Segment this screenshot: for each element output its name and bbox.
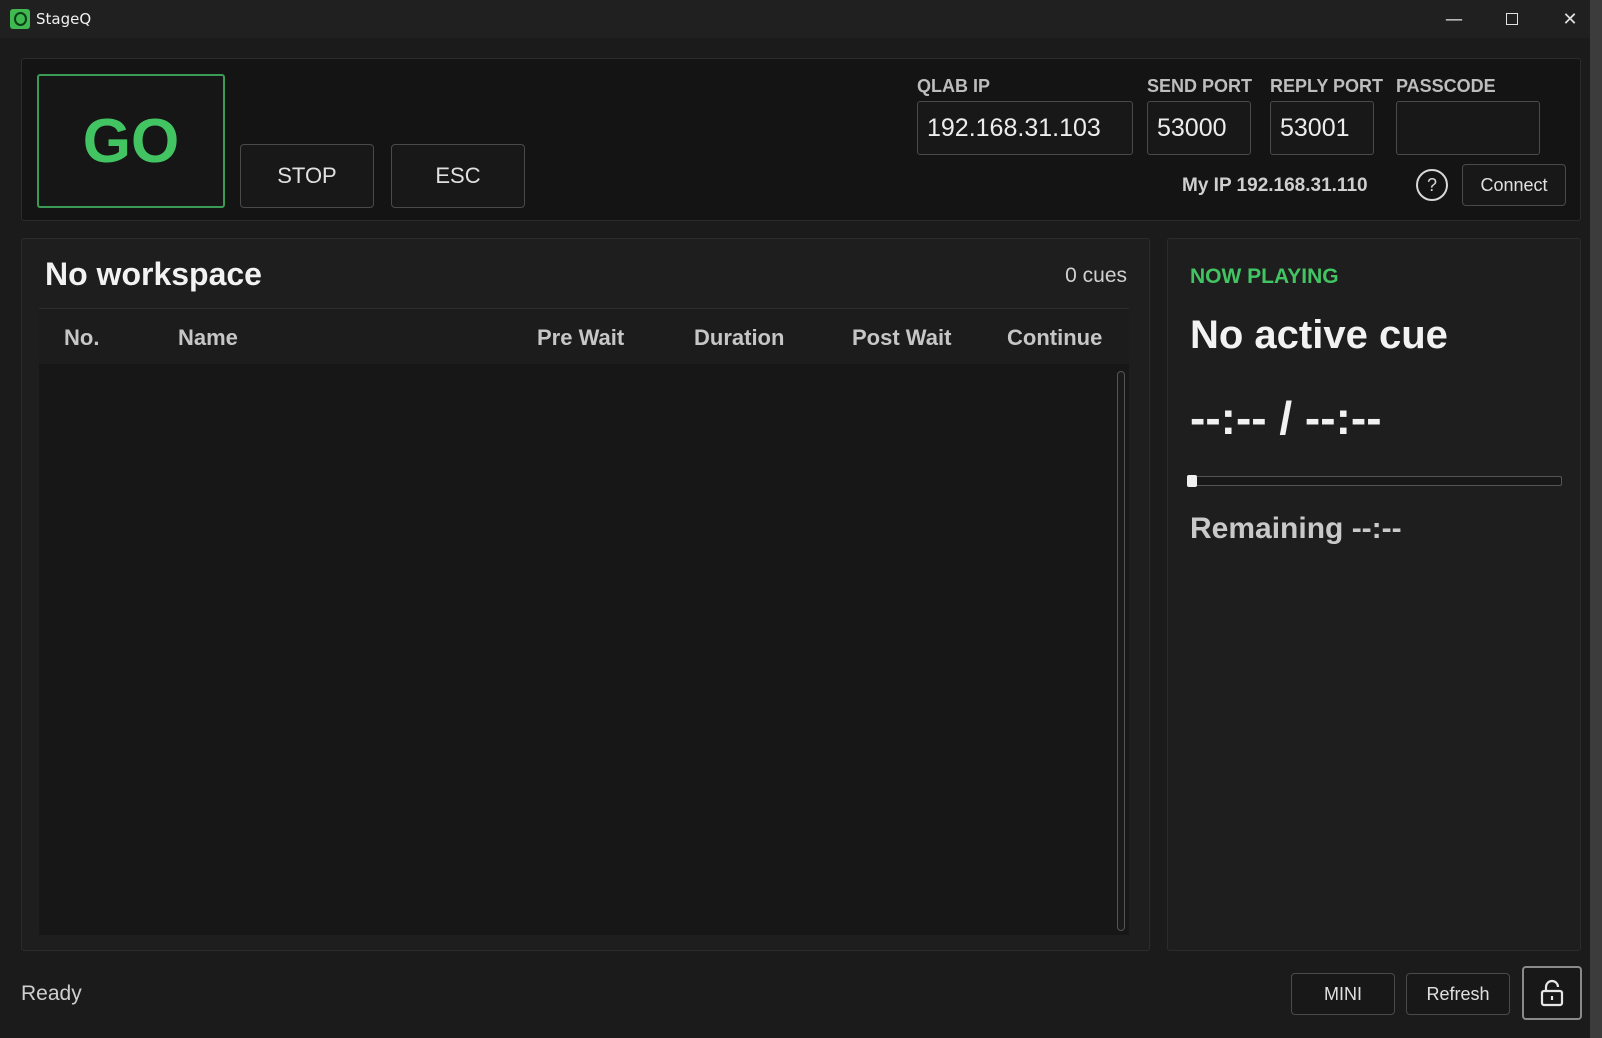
column-header-number[interactable]: No. xyxy=(64,325,99,351)
title-bar: StageQ — ✕ xyxy=(0,0,1602,38)
progress-knob xyxy=(1187,475,1197,487)
maximize-icon xyxy=(1506,13,1518,25)
active-cue-name: No active cue xyxy=(1190,313,1448,357)
column-header-duration[interactable]: Duration xyxy=(694,325,784,351)
table-header: No. Name Pre Wait Duration Post Wait Con… xyxy=(39,309,1129,364)
passcode-input[interactable] xyxy=(1396,101,1540,155)
go-button[interactable]: GO xyxy=(37,74,225,208)
transport-panel: GO STOP ESC QLAB IP SEND PORT REPLY PORT… xyxy=(21,58,1581,221)
passcode-label: PASSCODE xyxy=(1396,76,1496,96)
my-ip-text: My IP 192.168.31.110 xyxy=(1182,175,1368,196)
lock-button[interactable] xyxy=(1522,966,1582,1020)
elapsed-total-time: --:-- / --:-- xyxy=(1190,392,1382,444)
send-port-input[interactable] xyxy=(1147,101,1251,155)
remaining-time: Remaining --:-- xyxy=(1190,512,1402,545)
now-playing-panel: NOW PLAYING No active cue --:-- / --:-- … xyxy=(1167,238,1581,951)
reply-port-input[interactable] xyxy=(1270,101,1374,155)
cue-table[interactable]: No. Name Pre Wait Duration Post Wait Con… xyxy=(39,308,1129,935)
stop-button[interactable]: STOP xyxy=(240,144,374,208)
column-header-continue[interactable]: Continue xyxy=(1007,325,1102,351)
workspace-title: No workspace xyxy=(45,256,262,292)
app-logo-icon xyxy=(10,9,30,29)
cue-progress-bar xyxy=(1187,475,1562,487)
esc-button[interactable]: ESC xyxy=(391,144,525,208)
column-header-pre-wait[interactable]: Pre Wait xyxy=(537,325,624,351)
qlab-ip-input[interactable] xyxy=(917,101,1133,155)
window-title: StageQ xyxy=(36,10,92,28)
reply-port-label: REPLY PORT xyxy=(1270,76,1384,96)
unlock-icon xyxy=(1540,979,1564,1007)
column-header-name[interactable]: Name xyxy=(178,325,238,351)
status-text: Ready xyxy=(21,982,82,1005)
window-edge xyxy=(1590,0,1602,1038)
column-header-post-wait[interactable]: Post Wait xyxy=(852,325,951,351)
cue-list-scrollbar[interactable] xyxy=(1117,371,1125,931)
cue-count: 0 cues xyxy=(1065,264,1127,287)
refresh-button[interactable]: Refresh xyxy=(1406,973,1510,1015)
help-icon[interactable]: ? xyxy=(1416,169,1448,201)
now-playing-label: NOW PLAYING xyxy=(1190,265,1339,288)
send-port-label: SEND PORT xyxy=(1147,76,1253,96)
connect-button[interactable]: Connect xyxy=(1462,164,1566,206)
maximize-button[interactable] xyxy=(1484,0,1540,38)
cue-list-panel: No workspace 0 cues No. Name Pre Wait Du… xyxy=(21,238,1150,951)
minimize-button[interactable]: — xyxy=(1426,0,1482,38)
mini-button[interactable]: MINI xyxy=(1291,973,1395,1015)
qlab-ip-label: QLAB IP xyxy=(917,76,991,96)
